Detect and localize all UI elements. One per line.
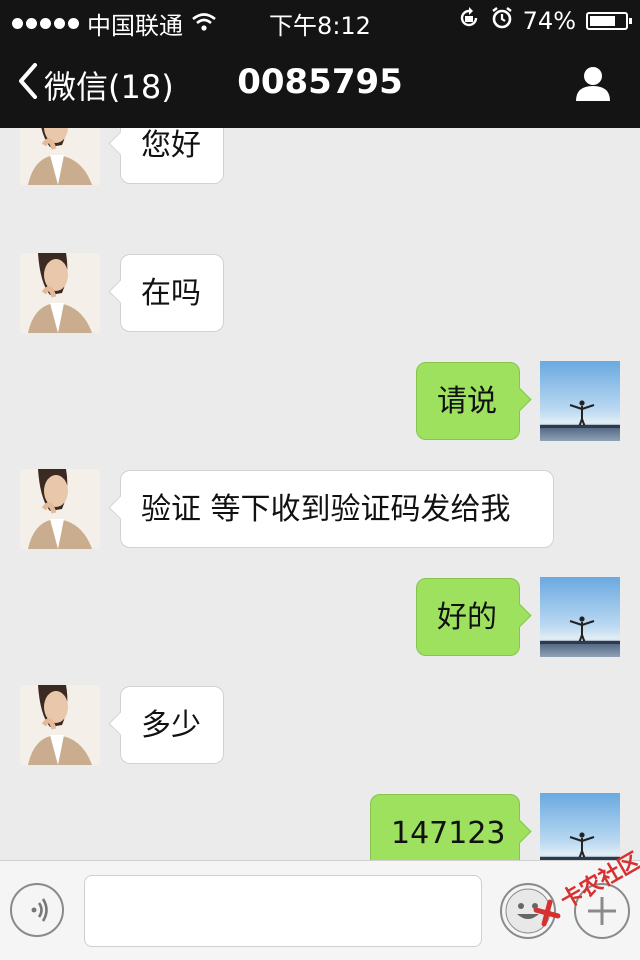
battery-fill bbox=[590, 16, 616, 26]
back-label: 微信(18) bbox=[44, 68, 174, 106]
message-text: 验证 等下收到验证码发给我 bbox=[141, 492, 511, 527]
contact-avatar[interactable] bbox=[20, 253, 100, 333]
message-text: 好的 bbox=[437, 600, 497, 635]
message-input[interactable] bbox=[84, 875, 482, 947]
outgoing-message[interactable]: 147123 bbox=[370, 794, 520, 860]
incoming-message[interactable]: 您好 bbox=[120, 128, 224, 184]
person-icon bbox=[574, 67, 612, 106]
battery-percent: 74% bbox=[522, 7, 576, 35]
chat-screen: 中国联通 下午8:12 74% 0085795 微信(18) 您好 在吗 请说 … bbox=[0, 0, 640, 960]
battery-icon bbox=[586, 12, 632, 30]
incoming-message[interactable]: 在吗 bbox=[120, 254, 224, 332]
incoming-message[interactable]: 验证 等下收到验证码发给我 bbox=[120, 470, 554, 548]
contact-avatar[interactable] bbox=[20, 469, 100, 549]
outgoing-message[interactable]: 好的 bbox=[416, 578, 520, 656]
nav-bar: 0085795 微信(18) bbox=[0, 40, 640, 128]
my-avatar[interactable] bbox=[540, 361, 620, 441]
my-avatar[interactable] bbox=[540, 577, 620, 657]
back-button[interactable]: 微信(18) bbox=[18, 62, 174, 108]
message-text: 在吗 bbox=[141, 276, 201, 311]
contact-avatar[interactable] bbox=[20, 128, 100, 185]
message-text: 147123 bbox=[391, 816, 506, 851]
incoming-message[interactable]: 多少 bbox=[120, 686, 224, 764]
message-text: 您好 bbox=[141, 128, 201, 163]
contact-avatar[interactable] bbox=[20, 685, 100, 765]
message-text: 多少 bbox=[141, 708, 201, 743]
voice-button[interactable] bbox=[10, 883, 64, 937]
status-right: 74% bbox=[457, 6, 632, 36]
outgoing-message[interactable]: 请说 bbox=[416, 362, 520, 440]
alarm-icon bbox=[491, 6, 513, 36]
my-avatar[interactable] bbox=[540, 793, 620, 860]
status-bar: 中国联通 下午8:12 74% bbox=[0, 0, 640, 40]
profile-button[interactable] bbox=[574, 64, 612, 106]
message-list[interactable]: 您好在吗请说验证 等下收到验证码发给我好的多少 147123 bbox=[0, 128, 640, 860]
orientation-lock-icon bbox=[457, 6, 481, 36]
chevron-left-icon bbox=[18, 63, 38, 107]
message-text: 请说 bbox=[437, 384, 497, 419]
